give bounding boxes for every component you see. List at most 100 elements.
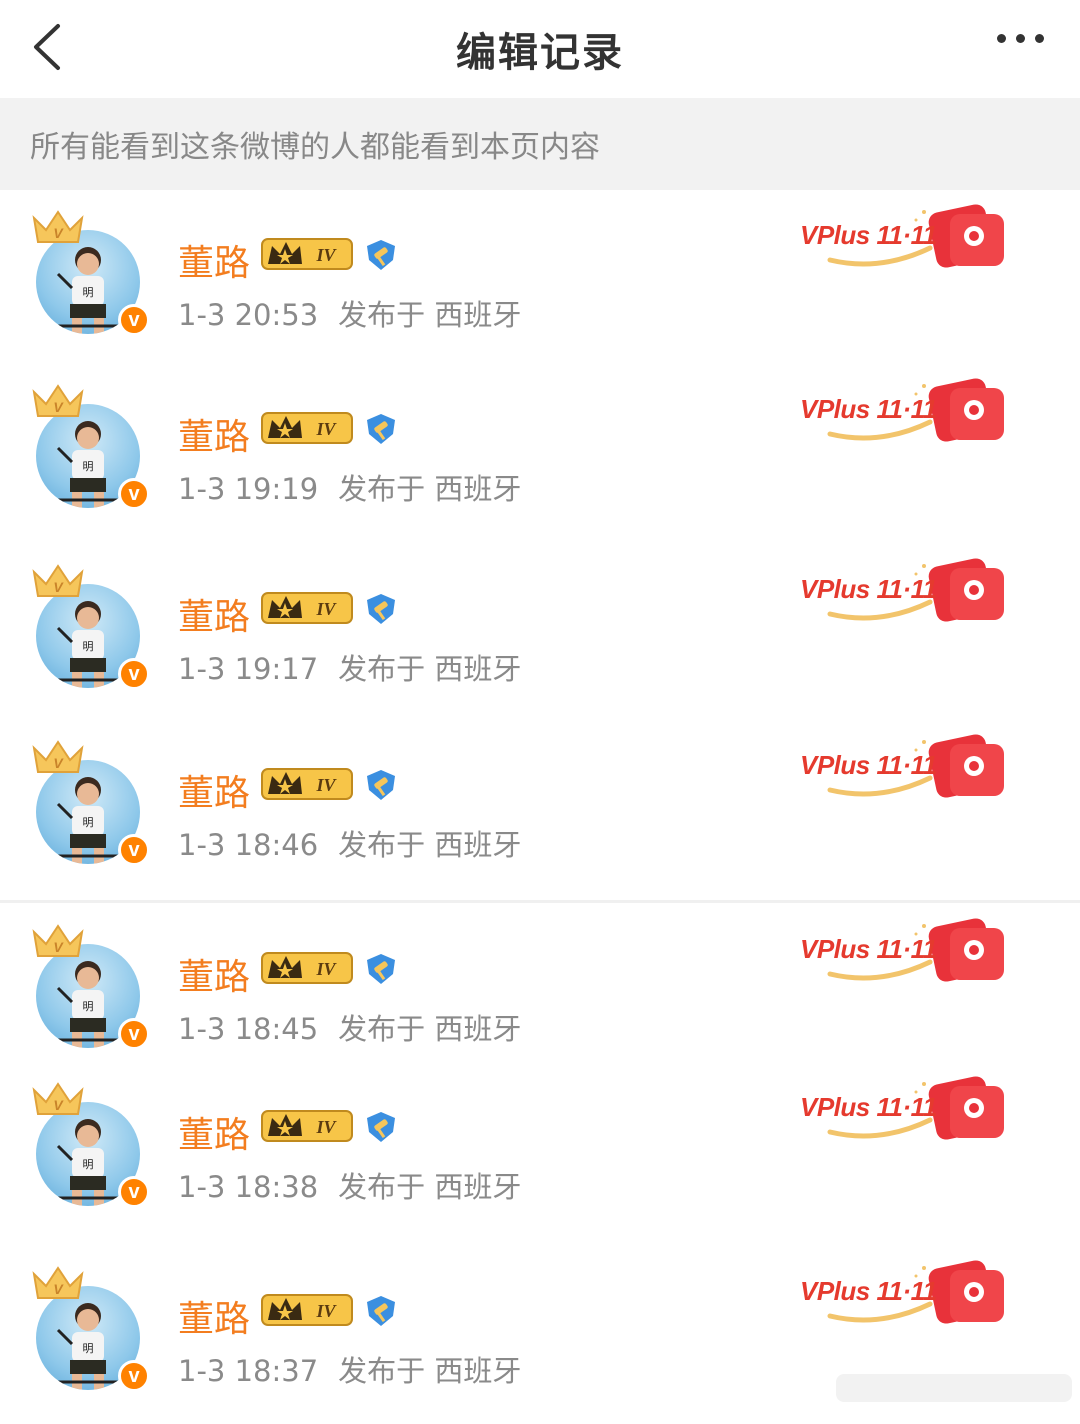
- user-name[interactable]: 董路: [178, 1106, 250, 1158]
- vip-crown-level-icon: IV: [261, 952, 353, 984]
- record-meta: 1-3 19:19 发布于 西班牙: [178, 466, 521, 508]
- record-meta: 1-3 18:45 发布于 西班牙: [178, 1006, 521, 1048]
- edit-time: 1-3 19:19: [178, 472, 319, 506]
- vplus-promo-badge[interactable]: VPlus 11·11: [800, 374, 1010, 454]
- vip-crown-level-icon: IV: [261, 1294, 353, 1326]
- svg-text:明: 明: [83, 286, 94, 299]
- crown-badge-icon: V: [32, 1266, 84, 1299]
- edit-time: 1-3 19:17: [178, 652, 319, 686]
- crown-badge-icon: V: [32, 384, 84, 417]
- edit-time: 1-3 18:37: [178, 1354, 319, 1388]
- edit-time: 1-3 18:45: [178, 1012, 319, 1046]
- avatar-group: 明 V v: [28, 208, 150, 338]
- user-name[interactable]: 董路: [178, 764, 250, 816]
- vplus-promo-badge[interactable]: VPlus 11·11: [800, 730, 1010, 810]
- publish-location: 发布于 西班牙: [338, 472, 522, 506]
- user-name[interactable]: 董路: [178, 1290, 250, 1342]
- visibility-notice: 所有能看到这条微博的人都能看到本页内容: [0, 98, 1080, 190]
- publish-location: 发布于 西班牙: [338, 298, 522, 332]
- edit-time: 1-3 18:46: [178, 828, 319, 862]
- edit-record-row[interactable]: 明 V v 董路 IV: [0, 364, 1080, 540]
- vip-crown-level-icon: IV: [261, 768, 353, 800]
- svg-text:明: 明: [83, 460, 94, 473]
- verified-v-icon: v: [118, 1018, 150, 1050]
- crown-badge-icon: V: [32, 210, 84, 243]
- crown-badge-icon: V: [32, 924, 84, 957]
- vip-crown-level-icon: IV: [261, 1110, 353, 1142]
- avatar-group: 明 V v: [28, 738, 150, 868]
- promo-label: VPlus 11·11: [800, 1276, 937, 1306]
- page-title: 编辑记录: [456, 30, 624, 76]
- user-name[interactable]: 董路: [178, 234, 250, 286]
- vplus-promo-badge[interactable]: VPlus 11·11: [800, 1072, 1010, 1152]
- crown-badge-icon: V: [32, 740, 84, 773]
- svg-text:明: 明: [83, 1000, 94, 1013]
- svg-text:IV: IV: [315, 1301, 337, 1321]
- user-name[interactable]: 董路: [178, 588, 250, 640]
- gavel-badge-icon: [367, 240, 395, 270]
- edit-record-row[interactable]: 明 V v 董路 IV: [0, 720, 1080, 896]
- avatar-group: 明 V v: [28, 922, 150, 1052]
- verified-v-icon: v: [118, 834, 150, 866]
- record-meta: 1-3 19:17 发布于 西班牙: [178, 646, 521, 688]
- avatar-group: 明 V v: [28, 1264, 150, 1394]
- promo-label: VPlus 11·11: [800, 1092, 937, 1122]
- record-meta: 1-3 18:38 发布于 西班牙: [178, 1164, 521, 1206]
- record-meta: 1-3 18:37 发布于 西班牙: [178, 1348, 521, 1390]
- user-name[interactable]: 董路: [178, 948, 250, 1000]
- crown-badge-icon: V: [32, 1082, 84, 1115]
- vplus-promo-badge[interactable]: VPlus 11·11: [800, 200, 1010, 280]
- gavel-badge-icon: [367, 770, 395, 800]
- vplus-promo-badge[interactable]: VPlus 11·11: [800, 554, 1010, 634]
- gavel-badge-icon: [367, 954, 395, 984]
- avatar-group: 明 V v: [28, 1080, 150, 1210]
- crown-badge-icon: V: [32, 564, 84, 597]
- verified-v-icon: v: [118, 304, 150, 336]
- edit-record-row[interactable]: 明 V v 董路 IV: [0, 190, 1080, 366]
- section-divider: [0, 900, 1080, 903]
- gavel-badge-icon: [367, 414, 395, 444]
- avatar-group: 明 V v: [28, 562, 150, 692]
- verified-v-icon: v: [118, 1176, 150, 1208]
- gavel-badge-icon: [367, 594, 395, 624]
- svg-text:IV: IV: [315, 959, 337, 979]
- vplus-promo-badge[interactable]: VPlus 11·11: [800, 914, 1010, 994]
- vplus-promo-badge[interactable]: VPlus 11·11: [800, 1256, 1010, 1336]
- svg-text:IV: IV: [315, 245, 337, 265]
- vip-crown-level-icon: IV: [261, 412, 353, 444]
- svg-text:IV: IV: [315, 419, 337, 439]
- verified-v-icon: v: [118, 658, 150, 690]
- back-arrow-icon[interactable]: [28, 22, 68, 72]
- svg-text:明: 明: [83, 816, 94, 829]
- promo-label: VPlus 11·11: [800, 574, 937, 604]
- scroll-indicator-icon: [836, 1374, 1072, 1402]
- vip-crown-level-icon: IV: [261, 592, 353, 624]
- promo-label: VPlus 11·11: [800, 934, 937, 964]
- vip-crown-level-icon: IV: [261, 238, 353, 270]
- edit-time: 1-3 20:53: [178, 298, 319, 332]
- svg-text:明: 明: [83, 1158, 94, 1171]
- edit-record-list: 明 V v 董路 IV 1-3 20:53 发布于 西班牙 VPlus 11·1…: [0, 190, 1080, 1424]
- promo-label: VPlus 11·11: [800, 750, 937, 780]
- svg-text:IV: IV: [315, 1117, 337, 1137]
- edit-record-row[interactable]: 明 V v 董路 IV: [0, 1062, 1080, 1238]
- edit-record-row[interactable]: 明 V v 董路 IV: [0, 904, 1080, 1080]
- publish-location: 发布于 西班牙: [338, 1354, 522, 1388]
- svg-text:明: 明: [83, 640, 94, 653]
- record-meta: 1-3 20:53 发布于 西班牙: [178, 292, 521, 334]
- svg-text:明: 明: [83, 1342, 94, 1355]
- svg-text:IV: IV: [315, 599, 337, 619]
- publish-location: 发布于 西班牙: [338, 1012, 522, 1046]
- verified-v-icon: v: [118, 478, 150, 510]
- svg-text:IV: IV: [315, 775, 337, 795]
- edit-time: 1-3 18:38: [178, 1170, 319, 1204]
- edit-record-row[interactable]: 明 V v 董路 IV: [0, 544, 1080, 720]
- gavel-badge-icon: [367, 1112, 395, 1142]
- record-meta: 1-3 18:46 发布于 西班牙: [178, 822, 521, 864]
- publish-location: 发布于 西班牙: [338, 1170, 522, 1204]
- gavel-badge-icon: [367, 1296, 395, 1326]
- top-bar: 编辑记录: [0, 0, 1080, 98]
- publish-location: 发布于 西班牙: [338, 828, 522, 862]
- more-options-icon[interactable]: [997, 34, 1044, 43]
- user-name[interactable]: 董路: [178, 408, 250, 460]
